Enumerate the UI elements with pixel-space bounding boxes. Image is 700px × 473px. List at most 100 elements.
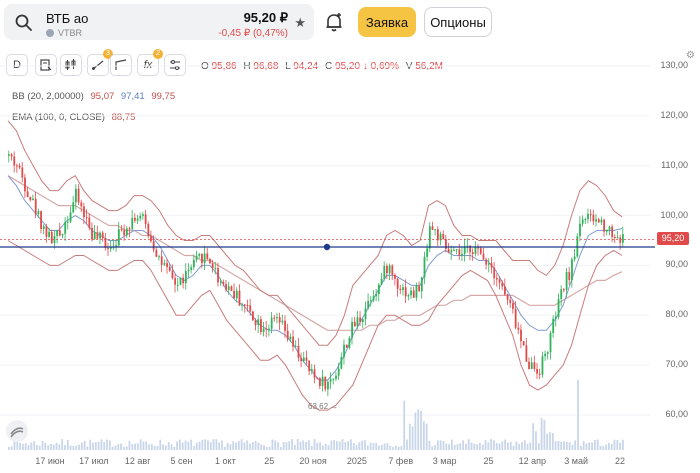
x-tick-label: 3 май [564, 456, 589, 466]
candle-body [217, 268, 219, 283]
volume-bar [434, 444, 436, 450]
candle-body [206, 253, 209, 259]
volume-bar [425, 423, 428, 450]
price-chart[interactable] [0, 44, 700, 454]
volume-bar [400, 446, 403, 450]
candle-body [595, 219, 597, 222]
order-button[interactable]: Заявка [358, 7, 416, 37]
candle-body [289, 336, 292, 340]
candle-body [265, 328, 268, 330]
volume-bar [509, 441, 512, 450]
volume-bar [142, 441, 145, 450]
volume-bar [372, 443, 375, 450]
candle-body [142, 214, 144, 216]
candle-body [554, 316, 557, 319]
x-tick-label: 25 [264, 456, 275, 466]
candle-body [305, 357, 308, 361]
candle-body [251, 311, 254, 321]
volume-bar [540, 418, 543, 450]
volume-bar [263, 445, 265, 450]
volume-bar [501, 441, 504, 450]
volume-bar [240, 439, 243, 450]
volume-bar [232, 441, 235, 450]
volume-bar [613, 439, 616, 450]
volume-bar [131, 444, 134, 450]
candle-body [257, 319, 260, 326]
volume-bar [445, 443, 448, 450]
candle-body [40, 211, 42, 229]
volume-bar [333, 440, 336, 450]
volume-bar [462, 440, 464, 450]
y-tick-label: 130,00 [660, 59, 688, 70]
volume-bar [347, 441, 350, 450]
volume-bar [24, 443, 27, 450]
candle-body [549, 333, 552, 353]
volume-bar [122, 446, 125, 450]
alert-bell-icon[interactable] [322, 10, 346, 34]
star-icon[interactable]: ★ [294, 15, 306, 31]
volume-bar [288, 441, 291, 450]
candle-body [579, 223, 581, 237]
ticker-search-box[interactable]: ВТБ ао VTBR 95,20 ₽ -0,45 ₽ (0,47%) ★ [4, 4, 314, 40]
volume-bar [392, 446, 394, 450]
volume-bar [493, 440, 495, 450]
volume-bar [341, 439, 344, 450]
volume-bar [442, 440, 445, 450]
candle-body [292, 336, 295, 347]
volume-bar [389, 445, 392, 450]
volume-bar [193, 446, 195, 450]
volume-bar [557, 440, 560, 450]
candle-body [447, 248, 450, 253]
volume-bar [375, 442, 378, 450]
x-tick-label: 12 авг [124, 456, 151, 466]
volume-bar [585, 443, 588, 450]
candle-body [193, 259, 195, 268]
options-button[interactable]: Опционы [424, 7, 492, 37]
candle-body [603, 219, 606, 232]
candle-body [29, 196, 32, 201]
candle-body [412, 290, 415, 298]
volume-bar [181, 442, 184, 450]
volume-bar [265, 446, 268, 450]
candle-body [418, 285, 421, 292]
candle-body [297, 345, 300, 358]
candle-body [58, 230, 61, 236]
candle-body [254, 320, 257, 326]
candle-body [528, 361, 530, 369]
candle-body [442, 233, 445, 240]
volume-bar [215, 439, 218, 450]
volume-bar [619, 442, 621, 450]
candle-body [375, 294, 378, 297]
volume-bar [83, 440, 86, 450]
volume-bar [176, 441, 179, 450]
candle-body [504, 286, 506, 295]
candle-body [163, 263, 166, 265]
candle-body [45, 226, 48, 237]
volume-bar [271, 439, 274, 450]
y-tick-label: 80,00 [665, 309, 688, 320]
volume-bar [134, 443, 136, 450]
volume-bar [330, 440, 333, 450]
candle-body [85, 217, 88, 219]
volume-bar [36, 444, 38, 450]
volume-bar [128, 440, 131, 450]
volume-bar [417, 409, 420, 450]
volume-bar [535, 431, 537, 450]
volume-bar [125, 446, 128, 450]
volume-bar [622, 439, 624, 450]
candle-body [66, 221, 69, 223]
volume-bar [571, 444, 574, 450]
volume-bar [33, 441, 36, 450]
candle-body [487, 263, 490, 265]
volume-bar [358, 442, 361, 450]
candle-body [160, 256, 163, 265]
ticker-name: ВТБ ао [46, 11, 89, 26]
volume-bar [223, 446, 226, 450]
search-icon[interactable] [14, 13, 34, 33]
volume-bar [512, 445, 515, 450]
candle-body [584, 219, 587, 221]
candle-body [420, 277, 423, 292]
volume-bar [243, 442, 246, 450]
candle-body [600, 219, 603, 223]
volume-bar [22, 443, 24, 450]
